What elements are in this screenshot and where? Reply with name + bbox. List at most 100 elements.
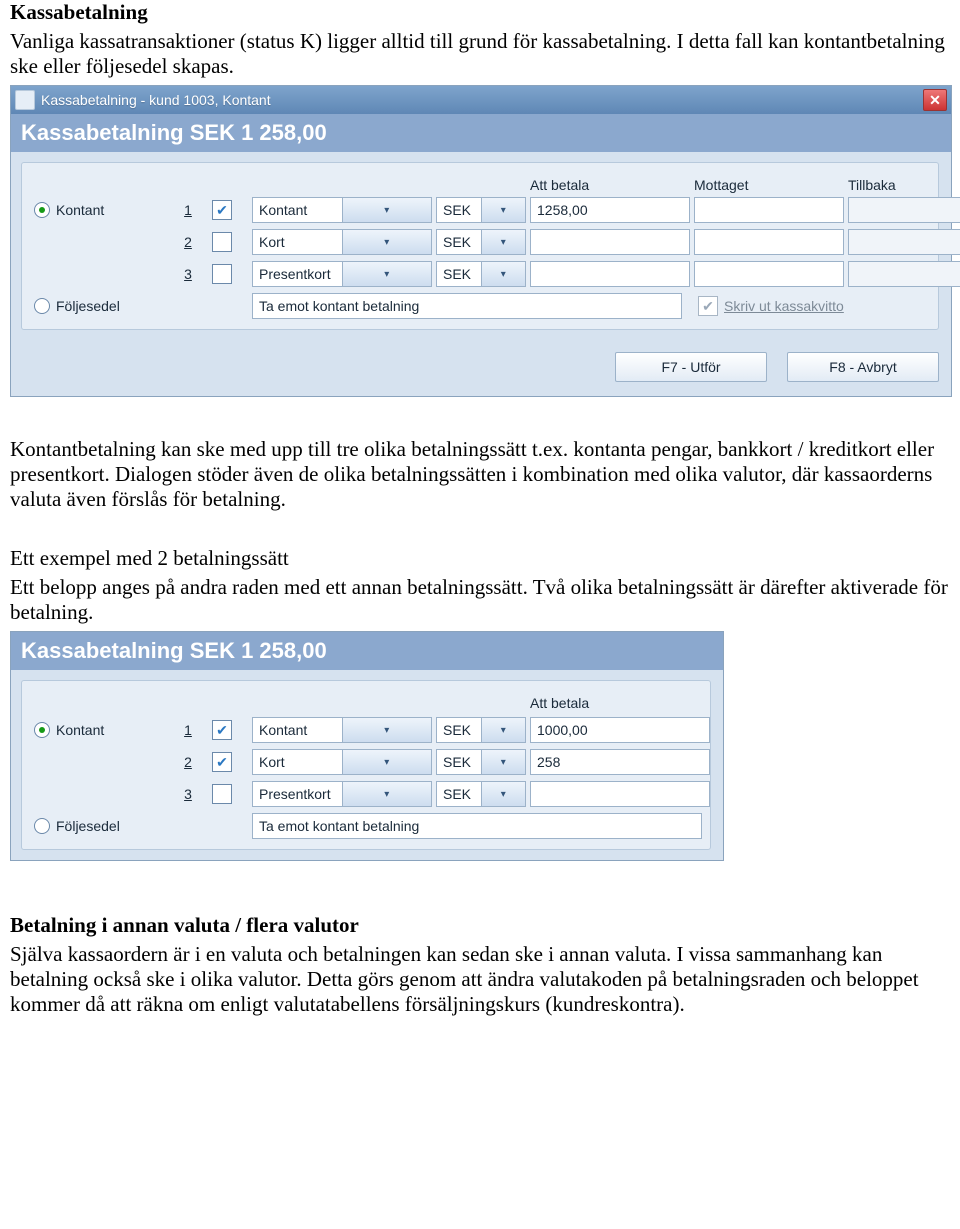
check-receipt (698, 296, 718, 316)
method2-select-2[interactable]: Kort▾ (252, 749, 432, 775)
currency-select-1-value: SEK (437, 202, 481, 218)
amount2-input-3[interactable] (530, 781, 710, 807)
chevron-down-icon: ▾ (481, 198, 526, 222)
button-utfor[interactable]: F7 - Utför (615, 352, 767, 382)
check2-row-3[interactable] (212, 784, 232, 804)
currency2-select-3-value: SEK (437, 786, 481, 802)
method-select-1-value: Kontant (253, 202, 342, 218)
change-output-2 (848, 229, 960, 255)
message2-field-value: Ta emot kontant betalning (259, 818, 419, 834)
payment-fieldset-2: Att betala Kontant 1 Kontant▾ SEK▾ 1000,… (21, 680, 711, 850)
chevron-down-icon: ▾ (342, 198, 432, 222)
dialog-kassabetalning-partial: Kassabetalning SEK 1 258,00 Att betala K… (10, 631, 724, 861)
radio2-foljesedel-label: Följesedel (56, 818, 120, 834)
method-select-1[interactable]: Kontant▾ (252, 197, 432, 223)
check-row-1[interactable] (212, 200, 232, 220)
received-input-1[interactable] (694, 197, 844, 223)
check2-row-2[interactable] (212, 752, 232, 772)
row2-num-2: 2 (168, 754, 208, 770)
currency2-select-2-value: SEK (437, 754, 481, 770)
currency-select-3[interactable]: SEK▾ (436, 261, 526, 287)
change-output-1 (848, 197, 960, 223)
radio-kontant[interactable]: Kontant (34, 202, 164, 218)
method2-select-1[interactable]: Kontant▾ (252, 717, 432, 743)
method2-select-3[interactable]: Presentkort▾ (252, 781, 432, 807)
radio2-kontant[interactable]: Kontant (34, 722, 164, 738)
currency2-select-1[interactable]: SEK▾ (436, 717, 526, 743)
chevron-down-icon: ▾ (342, 782, 432, 806)
radio-foljesedel-label: Följesedel (56, 298, 120, 314)
heading-example-2: Ett exempel med 2 betalningssätt (10, 546, 950, 571)
titlebar-text: Kassabetalning - kund 1003, Kontant (41, 92, 271, 108)
col-mottaget: Mottaget (694, 177, 844, 193)
button-avbryt-label: F8 - Avbryt (829, 359, 896, 375)
method-select-3[interactable]: Presentkort▾ (252, 261, 432, 287)
close-icon[interactable]: ✕ (923, 89, 947, 111)
chevron-down-icon: ▾ (481, 782, 526, 806)
method2-select-1-value: Kontant (253, 722, 342, 738)
dialog2-header: Kassabetalning SEK 1 258,00 (11, 632, 723, 670)
col2-att-betala: Att betala (530, 695, 710, 711)
method-select-2-value: Kort (253, 234, 342, 250)
check-row-2[interactable] (212, 232, 232, 252)
radio2-kontant-label: Kontant (56, 722, 104, 738)
col-tillbaka: Tillbaka (848, 177, 960, 193)
message-field[interactable]: Ta emot kontant betalning (252, 293, 682, 319)
currency2-select-1-value: SEK (437, 722, 481, 738)
check2-row-1[interactable] (212, 720, 232, 740)
received-input-2[interactable] (694, 229, 844, 255)
dialog-kassabetalning-full: Kassabetalning - kund 1003, Kontant ✕ Ka… (10, 85, 952, 397)
row2-num-1: 1 (168, 722, 208, 738)
currency-select-2-value: SEK (437, 234, 481, 250)
change-output-3 (848, 261, 960, 287)
message-field-value: Ta emot kontant betalning (259, 298, 419, 314)
heading-kassabetalning: Kassabetalning (10, 0, 950, 25)
check-row-3[interactable] (212, 264, 232, 284)
method-select-3-value: Presentkort (253, 266, 342, 282)
chevron-down-icon: ▾ (342, 718, 432, 742)
payment-fieldset: Att betala Mottaget Tillbaka Kontant 1 K… (21, 162, 939, 330)
row-num-1: 1 (168, 202, 208, 218)
method2-select-3-value: Presentkort (253, 786, 342, 802)
method2-select-2-value: Kort (253, 754, 342, 770)
chevron-down-icon: ▾ (481, 230, 526, 254)
received-input-3[interactable] (694, 261, 844, 287)
amount2-input-2[interactable]: 258 (530, 749, 710, 775)
radio-foljesedel[interactable]: Följesedel (34, 298, 164, 314)
radio-kontant-label: Kontant (56, 202, 104, 218)
titlebar: Kassabetalning - kund 1003, Kontant ✕ (11, 86, 951, 114)
amount2-input-1-value: 1000,00 (537, 722, 588, 738)
app-icon (15, 90, 35, 110)
chevron-down-icon: ▾ (342, 262, 432, 286)
label-receipt: Skriv ut kassakvitto (724, 298, 844, 314)
message2-field[interactable]: Ta emot kontant betalning (252, 813, 702, 839)
button-avbryt[interactable]: F8 - Avbryt (787, 352, 939, 382)
radio2-foljesedel[interactable]: Följesedel (34, 818, 164, 834)
chevron-down-icon: ▾ (481, 718, 526, 742)
currency2-select-3[interactable]: SEK▾ (436, 781, 526, 807)
chevron-down-icon: ▾ (481, 750, 526, 774)
para-example-2: Ett belopp anges på andra raden med ett … (10, 575, 950, 625)
amount2-input-1[interactable]: 1000,00 (530, 717, 710, 743)
amount-input-1-value: 1258,00 (537, 202, 588, 218)
amount-input-1[interactable]: 1258,00 (530, 197, 690, 223)
chevron-down-icon: ▾ (342, 750, 432, 774)
dialog-header: Kassabetalning SEK 1 258,00 (11, 114, 951, 152)
heading-valuta: Betalning i annan valuta / flera valutor (10, 913, 950, 938)
amount2-input-2-value: 258 (537, 754, 560, 770)
amount-input-2[interactable] (530, 229, 690, 255)
currency-select-2[interactable]: SEK▾ (436, 229, 526, 255)
method-select-2[interactable]: Kort▾ (252, 229, 432, 255)
col-att-betala: Att betala (530, 177, 690, 193)
para-intro: Vanliga kassatransaktioner (status K) li… (10, 29, 950, 79)
para-valuta: Själva kassaordern är i en valuta och be… (10, 942, 950, 1017)
amount-input-3[interactable] (530, 261, 690, 287)
para-kontant: Kontantbetalning kan ske med upp till tr… (10, 437, 950, 512)
currency2-select-2[interactable]: SEK▾ (436, 749, 526, 775)
row-num-3: 3 (168, 266, 208, 282)
currency-select-1[interactable]: SEK▾ (436, 197, 526, 223)
button-utfor-label: F7 - Utför (661, 359, 720, 375)
chevron-down-icon: ▾ (481, 262, 526, 286)
chevron-down-icon: ▾ (342, 230, 432, 254)
row-num-2: 2 (168, 234, 208, 250)
